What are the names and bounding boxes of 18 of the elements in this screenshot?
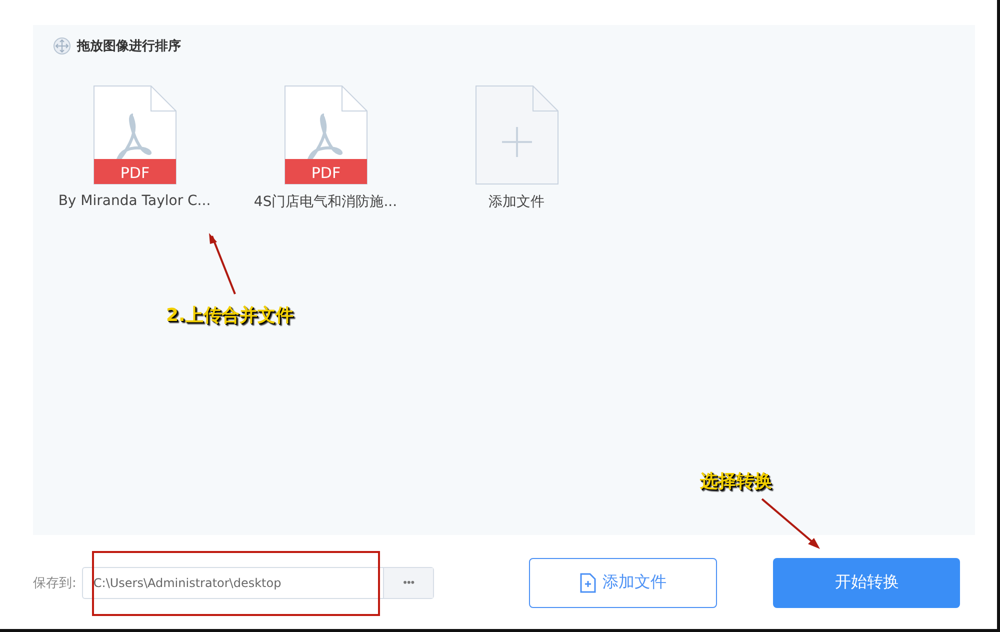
file-name: 4S门店电气和消防施... [254,193,398,211]
save-path-field[interactable]: C:\Users\Administrator\desktop ••• [82,566,434,598]
pdf-file-icon: PDF [92,85,176,185]
annotation-label: 2.上传合并文件 [166,304,294,327]
add-file-button[interactable]: 添加文件 [529,558,718,608]
annotation-arrow [206,232,238,296]
browse-button[interactable]: ••• [383,568,434,598]
save-label: 保存到: [33,574,76,592]
file-plus-icon [580,572,596,592]
drag-hint: 拖放图像进行排序 [77,38,181,55]
pdf-file-icon: PDF [284,85,368,185]
file-name: By Miranda Taylor C... [58,193,211,209]
add-file-icon[interactable] [474,85,558,185]
annotation-arrow [760,497,822,551]
file-name: 添加文件 [488,193,544,211]
start-convert-button[interactable]: 开始转换 [773,558,960,608]
annotation-label: 选择转换 [700,470,772,493]
move-icon [53,37,71,55]
